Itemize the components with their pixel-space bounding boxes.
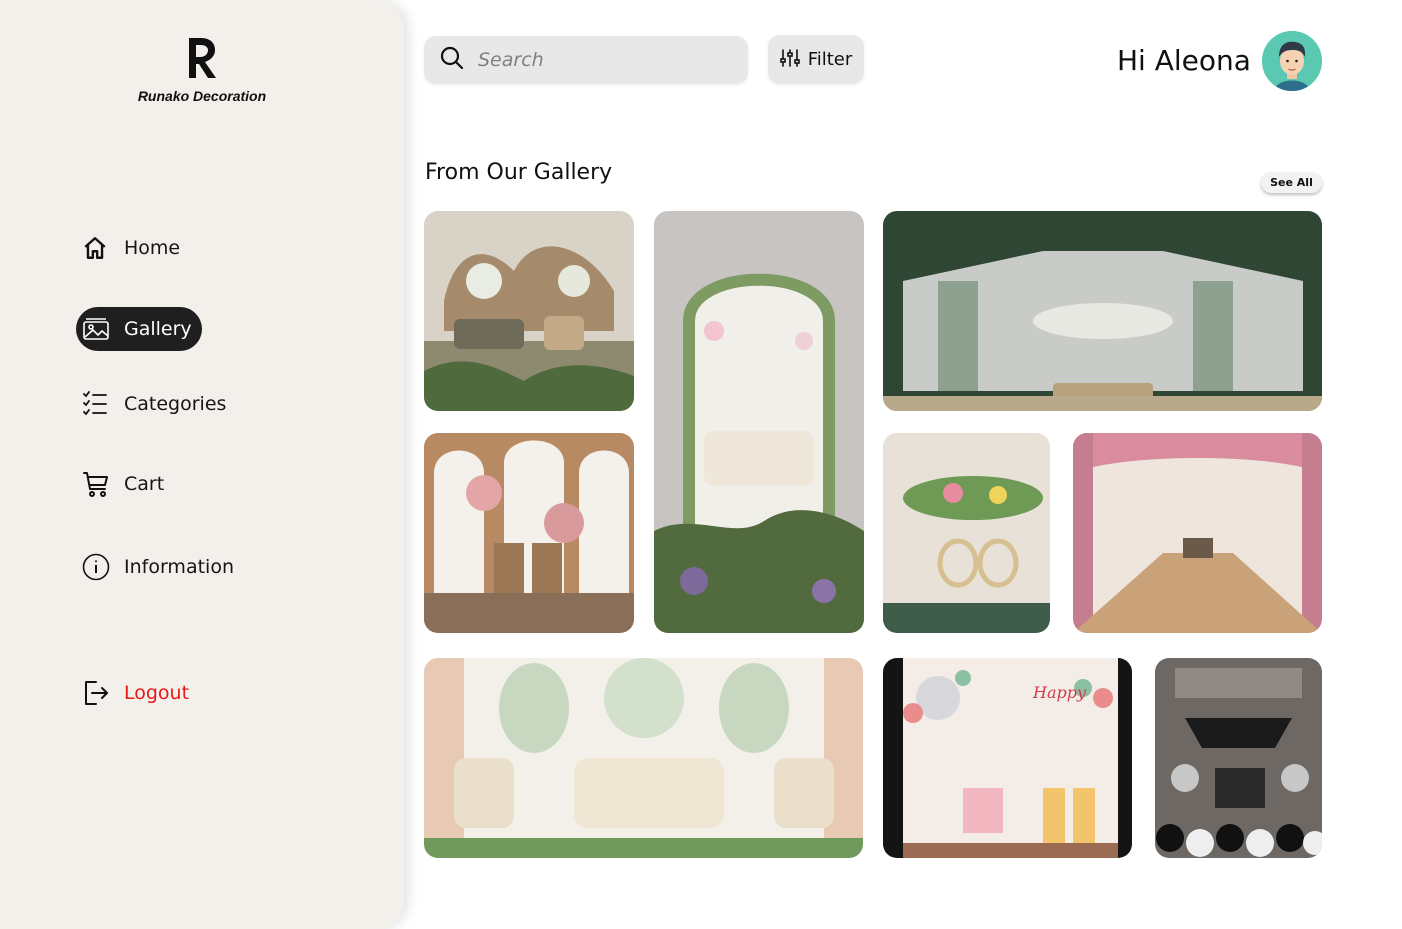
- gallery-image[interactable]: [424, 211, 634, 411]
- avatar[interactable]: [1262, 31, 1322, 91]
- gallery-icon: [76, 309, 116, 349]
- info-icon: [76, 547, 116, 587]
- gallery-title: From Our Gallery: [425, 160, 613, 185]
- cart-icon: [76, 464, 116, 504]
- gallery-image[interactable]: [1155, 658, 1322, 858]
- brand-logo[interactable]: Runako Decoration: [0, 36, 404, 104]
- gallery-image[interactable]: [424, 433, 634, 633]
- decor-text: Happy: [1032, 683, 1087, 702]
- nav-logout[interactable]: Logout: [76, 671, 189, 715]
- user-avatar-icon: [1262, 31, 1322, 91]
- nav-information-label: Information: [124, 556, 234, 578]
- nav-cart-label: Cart: [124, 473, 165, 495]
- gallery-image[interactable]: [883, 211, 1322, 411]
- search-icon: [440, 46, 464, 74]
- home-icon: [76, 228, 116, 268]
- nav-categories-label: Categories: [124, 393, 227, 415]
- filter-label: Filter: [807, 49, 853, 70]
- gallery-image[interactable]: [654, 211, 864, 633]
- nav-gallery-label: Gallery: [124, 318, 192, 340]
- nav-home[interactable]: Home: [76, 226, 180, 270]
- gallery-image[interactable]: [1073, 433, 1322, 633]
- nav-cart[interactable]: Cart: [76, 462, 164, 506]
- gallery-image[interactable]: [424, 658, 863, 858]
- gallery-image[interactable]: [883, 433, 1050, 633]
- nav-information[interactable]: Information: [76, 545, 234, 589]
- list-icon: [76, 384, 116, 424]
- logout-icon: [76, 673, 116, 713]
- filter-button[interactable]: Filter: [768, 35, 864, 84]
- sidebar: Runako Decoration Home Gallery Categorie…: [0, 0, 404, 929]
- nav-categories[interactable]: Categories: [76, 382, 226, 426]
- logo-mark-icon: [189, 38, 216, 78]
- brand-name: Runako Decoration: [137, 88, 267, 104]
- see-all-button[interactable]: See All: [1261, 172, 1322, 193]
- search-bar[interactable]: [424, 36, 748, 84]
- search-input[interactable]: [476, 48, 730, 72]
- greeting: Hi Aleona: [1117, 44, 1251, 77]
- nav-logout-label: Logout: [124, 682, 190, 704]
- sliders-icon: [779, 48, 800, 72]
- nav-home-label: Home: [124, 237, 181, 259]
- gallery-image[interactable]: Happy: [883, 658, 1132, 858]
- nav-gallery[interactable]: Gallery: [76, 307, 202, 351]
